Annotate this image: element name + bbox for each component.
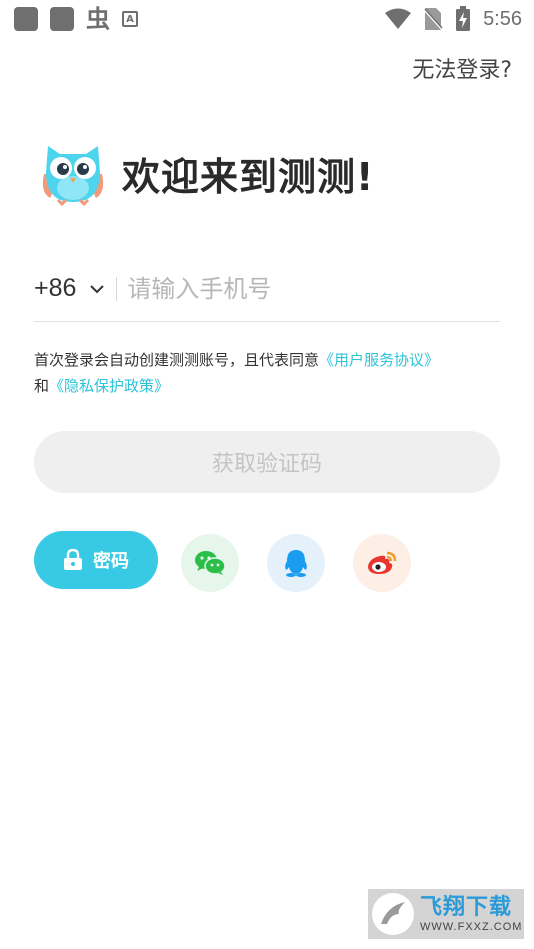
status-bar-left: 虫 A: [14, 7, 138, 31]
phone-number-input[interactable]: [127, 274, 500, 303]
watermark-url: WWW.FXXZ.COM: [420, 921, 523, 933]
owl-logo-icon: [42, 146, 104, 206]
weibo-login-button[interactable]: [353, 534, 411, 592]
status-bar-right: 5:56: [385, 6, 522, 32]
watermark-text: 飞翔下载 WWW.FXXZ.COM: [420, 895, 522, 933]
qq-login-button[interactable]: [267, 534, 325, 592]
notification-icon: [50, 7, 74, 31]
welcome-header: 欢迎来到测测!: [40, 140, 374, 206]
user-agreement-link[interactable]: 《用户服务协议》: [319, 351, 439, 369]
clock: 5:56: [483, 7, 522, 30]
divider: [116, 276, 118, 301]
password-login-button[interactable]: 密码: [34, 531, 158, 589]
notification-glyph-icon: 虫: [86, 5, 110, 33]
no-sim-icon: [423, 8, 443, 30]
privacy-policy-link[interactable]: 《隐私保护政策》: [49, 377, 169, 395]
watermark-title: 飞翔下载: [420, 895, 513, 920]
chevron-down-icon[interactable]: [88, 280, 106, 298]
watermark: 飞翔下载 WWW.FXXZ.COM: [368, 889, 524, 939]
keyboard-icon: A: [122, 11, 138, 27]
weibo-icon: [368, 551, 397, 574]
agreement-prefix: 首次登录会自动创建测测账号，且代表同意: [34, 351, 320, 369]
agreement-text: 首次登录会自动创建测测账号，且代表同意《用户服务协议》 和《隐私保护政策》: [34, 347, 514, 399]
notification-icon: [14, 7, 38, 31]
page-title: 欢迎来到测测!: [122, 154, 375, 199]
password-label: 密码: [93, 551, 129, 572]
qq-icon: [285, 550, 307, 577]
get-code-button[interactable]: 获取验证码: [34, 431, 500, 493]
lock-icon: [64, 549, 82, 570]
phone-input-row: +86: [34, 256, 500, 322]
status-bar: 虫 A 5:56: [0, 0, 534, 38]
agreement-and: 和: [34, 377, 50, 395]
watermark-logo-icon: [372, 893, 414, 935]
wifi-icon: [385, 8, 412, 29]
wechat-icon: [195, 551, 226, 575]
cannot-login-link[interactable]: 无法登录?: [412, 52, 512, 84]
country-code-selector[interactable]: +86: [34, 274, 76, 303]
wechat-login-button[interactable]: [181, 534, 239, 592]
battery-charging-icon: [456, 6, 471, 31]
